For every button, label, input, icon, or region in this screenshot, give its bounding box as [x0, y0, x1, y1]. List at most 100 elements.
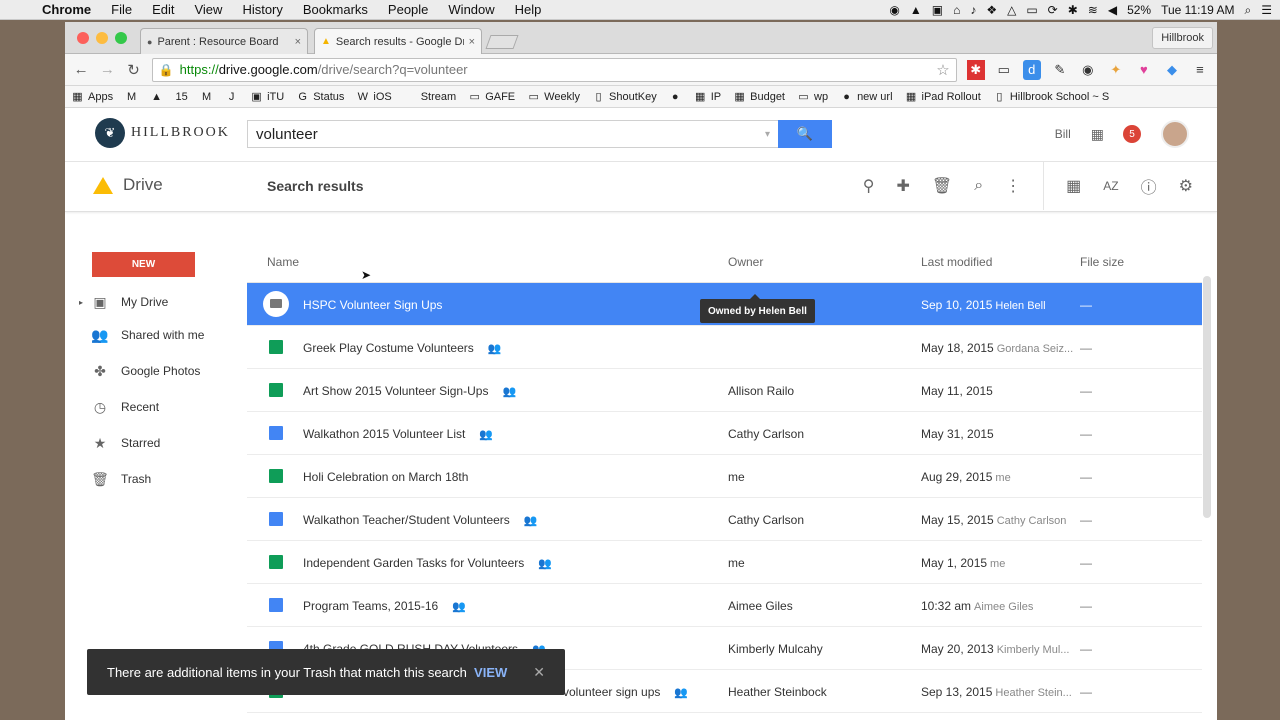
tab-parent-resource-board[interactable]: ● Parent : Resource Board ×: [140, 28, 308, 54]
file-name[interactable]: Independent Garden Tasks for Volunteers 👥: [303, 556, 552, 570]
bookmark-item[interactable]: ●: [669, 91, 682, 103]
zoom-window-button[interactable]: [115, 32, 127, 44]
column-last-modified[interactable]: Last modified: [921, 255, 992, 269]
menu-bookmarks[interactable]: Bookmarks: [293, 2, 378, 17]
bookmark-item[interactable]: M: [125, 91, 138, 103]
file-name[interactable]: Art Show 2015 Volunteer Sign-Ups 👥: [303, 384, 516, 398]
sidebar-item-my-drive[interactable]: ▸ ▣ My Drive: [79, 290, 168, 314]
file-name[interactable]: Program Teams, 2015-16 👥: [303, 599, 466, 613]
bookmark-star-icon[interactable]: ☆: [936, 61, 949, 79]
sidebar-item-google-photos[interactable]: ✤ Google Photos: [81, 359, 200, 383]
menu-view[interactable]: View: [184, 2, 232, 17]
extension-icon[interactable]: ✱: [966, 59, 985, 80]
status-icon[interactable]: ▲: [910, 3, 922, 17]
more-icon[interactable]: ⋮: [1005, 176, 1021, 196]
bookmark-item[interactable]: ▭ Weekly: [527, 90, 580, 104]
bookmark-item[interactable]: ▭ wp: [797, 90, 828, 104]
snackbar-close-icon[interactable]: ✕: [533, 664, 545, 681]
column-name[interactable]: Name: [267, 255, 299, 269]
extension-d-icon[interactable]: d: [1022, 59, 1041, 80]
menu-file[interactable]: File: [101, 2, 142, 17]
table-row[interactable]: Walkathon 2015 Volunteer List 👥 Cathy Carl…: [247, 412, 1202, 455]
apps-grid-icon[interactable]: ▦: [1091, 126, 1104, 143]
address-bar[interactable]: 🔒 https://drive.google.com/drive/search?…: [151, 57, 957, 82]
trash-icon[interactable]: 🗑: [932, 176, 952, 196]
cast-icon[interactable]: ▭: [995, 60, 1013, 80]
bookmark-item[interactable]: ▯ ShoutKey: [592, 90, 656, 104]
school-logo[interactable]: ❦ HILLBROOK: [95, 118, 230, 148]
tab-close-icon[interactable]: ×: [469, 36, 475, 48]
bookmark-item[interactable]: ▣ iTU: [250, 90, 284, 104]
table-row[interactable]: 3rd Grade Parent Volunteer Sign Ups 2015…: [247, 713, 1202, 720]
bookmark-item[interactable]: ● new url: [840, 91, 892, 103]
link-icon[interactable]: ⚲: [863, 176, 875, 196]
bookmark-item[interactable]: WiOS: [356, 91, 392, 103]
avatar[interactable]: [1161, 120, 1189, 148]
bookmark-item[interactable]: ▦ iPad Rollout: [905, 90, 981, 104]
extension-diamond-icon[interactable]: ◆: [1163, 60, 1181, 80]
settings-icon[interactable]: ⚙: [1179, 176, 1193, 196]
menu-history[interactable]: History: [232, 2, 292, 17]
search-options-icon[interactable]: ▾: [765, 129, 770, 140]
status-icon[interactable]: ♪: [970, 3, 976, 17]
sidebar-item-starred[interactable]: ★ Starred: [81, 431, 161, 455]
bookmark-item[interactable]: G Status: [296, 91, 344, 103]
status-icon[interactable]: ≋: [1088, 3, 1098, 17]
sidebar-item-shared-with-me[interactable]: 👥 Shared with me: [81, 323, 204, 347]
sidebar-item-recent[interactable]: ◷ Recent: [81, 395, 159, 419]
status-icon[interactable]: △: [1007, 3, 1016, 17]
clock[interactable]: Tue 11:19 AM: [1161, 3, 1234, 17]
file-name[interactable]: Walkathon 2015 Volunteer List 👥: [303, 427, 493, 441]
expand-icon[interactable]: ▸: [79, 298, 83, 307]
drive-search-input[interactable]: volunteer ▾: [247, 120, 779, 148]
column-file-size[interactable]: File size: [1080, 255, 1124, 269]
extension-star-icon[interactable]: ✦: [1107, 60, 1125, 80]
menu-edit[interactable]: Edit: [142, 2, 184, 17]
profile-button[interactable]: Hillbrook: [1152, 27, 1213, 49]
extension-circle-icon[interactable]: ◉: [1079, 60, 1097, 80]
table-row[interactable]: Independent Garden Tasks for Volunteers 👥…: [247, 541, 1202, 584]
bookmark-item[interactable]: ▭ GAFE: [468, 90, 515, 104]
bookmark-item[interactable]: ▯ Hillbrook School ~ S: [993, 90, 1109, 104]
menu-people[interactable]: People: [378, 2, 438, 17]
status-icon[interactable]: ▭: [1026, 3, 1037, 17]
close-window-button[interactable]: [77, 32, 89, 44]
tab-close-icon[interactable]: ×: [295, 36, 301, 48]
sidebar-item-trash[interactable]: 🗑 Trash: [81, 467, 151, 491]
bookmark-item[interactable]: M: [200, 91, 213, 103]
bookmark-item[interactable]: ▦ Apps: [71, 90, 113, 104]
tab-search-results[interactable]: ▲ Search results - Google Drive ×: [314, 28, 482, 54]
bookmark-item[interactable]: ▦ IP: [694, 90, 721, 104]
status-icon[interactable]: ❖: [986, 3, 997, 17]
file-name[interactable]: Greek Play Costume Volunteers 👥: [303, 341, 501, 355]
bookmark-item[interactable]: Stream: [404, 91, 456, 103]
file-name[interactable]: HSPC Volunteer Sign Ups: [303, 298, 442, 312]
column-owner[interactable]: Owner: [728, 255, 763, 269]
bookmark-item[interactable]: ▦ Budget: [733, 90, 785, 104]
status-icon[interactable]: ◀: [1108, 3, 1117, 17]
scrollbar[interactable]: [1203, 276, 1211, 518]
forward-icon[interactable]: →: [99, 61, 115, 78]
battery-label[interactable]: 52%: [1127, 3, 1151, 17]
status-icon[interactable]: ◉: [889, 3, 899, 17]
bookmark-item[interactable]: 15: [175, 91, 188, 103]
status-icon[interactable]: ⟳: [1048, 3, 1058, 17]
user-name[interactable]: Bill: [1055, 127, 1071, 141]
menu-help[interactable]: Help: [505, 2, 552, 17]
chrome-menu-icon[interactable]: ≡: [1191, 60, 1209, 80]
table-row[interactable]: Art Show 2015 Volunteer Sign-Ups 👥 Allison…: [247, 369, 1202, 412]
drive-brand[interactable]: Drive: [93, 175, 163, 195]
add-person-icon[interactable]: ✚: [896, 176, 909, 196]
new-button[interactable]: NEW: [92, 252, 195, 277]
spotlight-icon[interactable]: ⌕: [1245, 3, 1252, 18]
bookmark-item[interactable]: J: [225, 91, 238, 103]
file-name[interactable]: Holi Celebration on March 18th: [303, 470, 468, 484]
status-icon[interactable]: ▣: [932, 3, 943, 17]
table-row[interactable]: Program Teams, 2015-16 👥 Aimee Giles 10:32 …: [247, 584, 1202, 627]
table-row[interactable]: Walkathon Teacher/Student Volunteers 👥 Cat…: [247, 498, 1202, 541]
new-tab-button[interactable]: [485, 35, 519, 49]
minimize-window-button[interactable]: [96, 32, 108, 44]
menu-chrome[interactable]: Chrome: [32, 2, 101, 17]
status-icon[interactable]: ⌂: [953, 3, 960, 17]
file-name[interactable]: volunteer sign ups 👥: [563, 685, 688, 699]
